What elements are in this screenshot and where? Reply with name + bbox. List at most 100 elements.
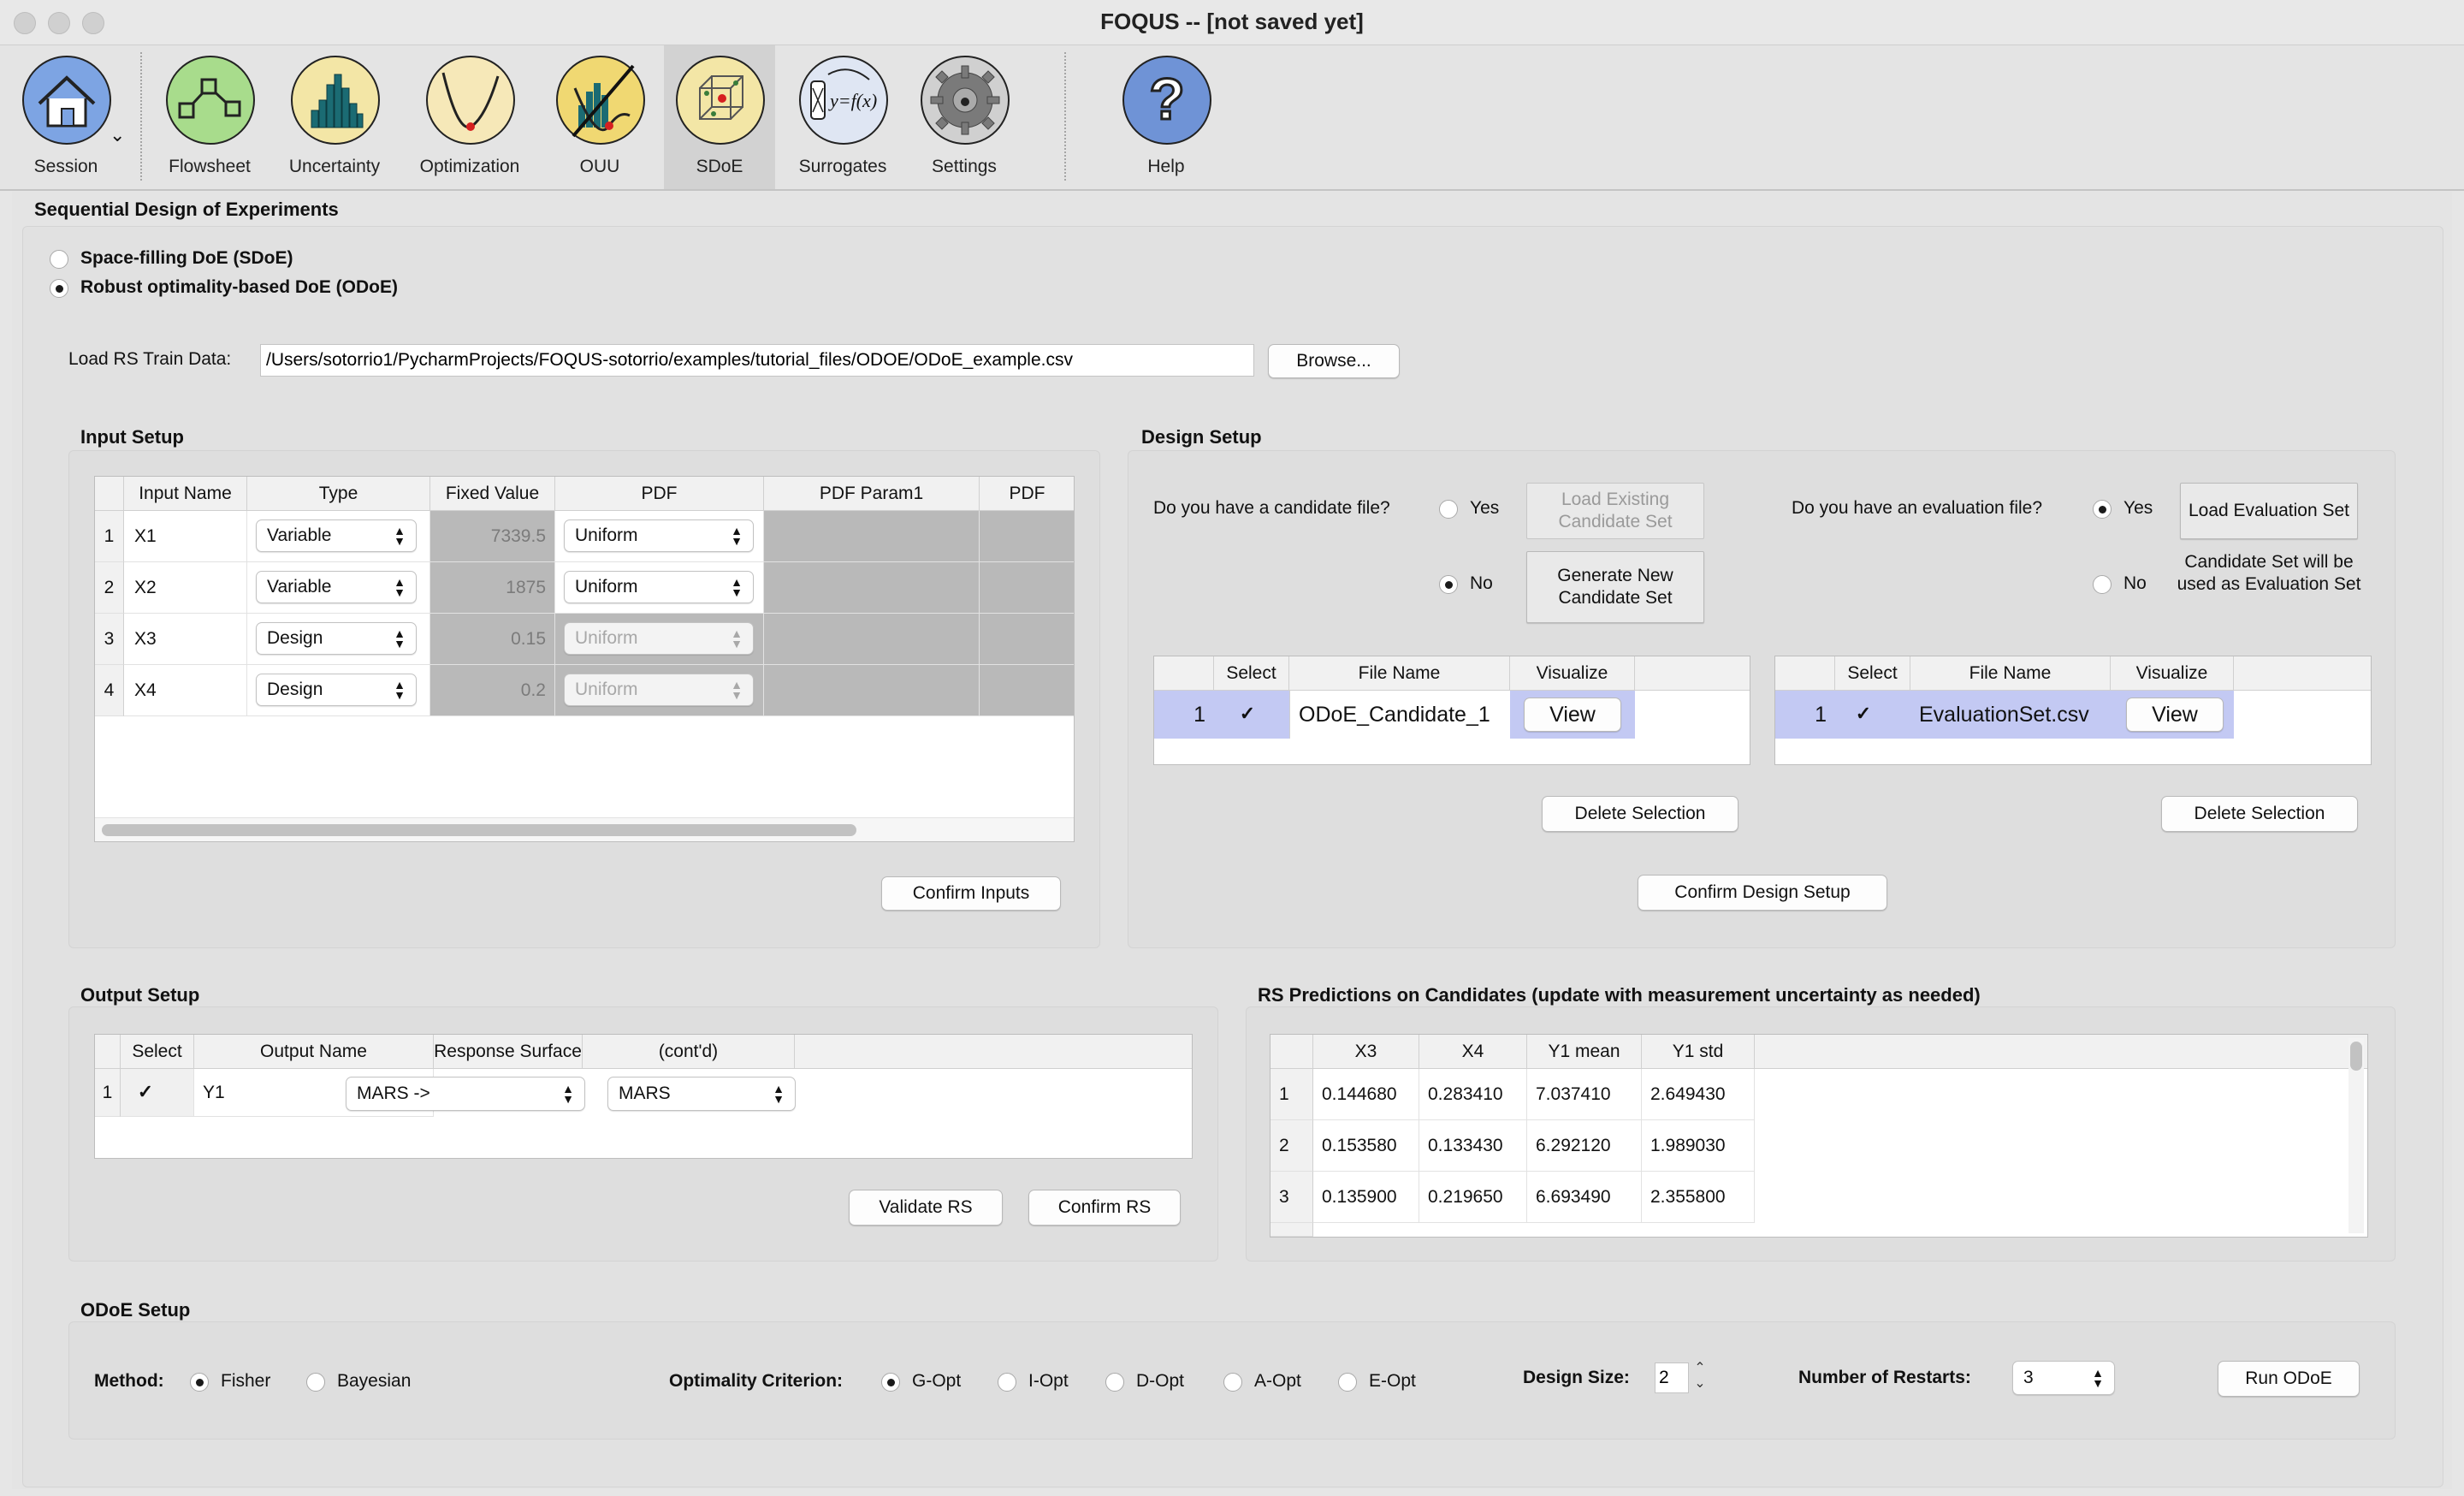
svg-text:?: ? (1149, 67, 1185, 132)
row-number: 3 (95, 614, 124, 665)
rs-predictions-vscroll-thumb[interactable] (2350, 1042, 2362, 1071)
eval-no-label: No (2123, 573, 2147, 593)
type-select[interactable]: Variable ▲ ▼ (256, 519, 417, 552)
toolbar-uncertainty-button[interactable]: Uncertainty (279, 45, 390, 189)
input-table: Input Name Type Fixed Value PDF PDF Para… (94, 476, 1075, 842)
fixed-value-cell[interactable]: 1875 (430, 562, 555, 614)
fixed-value-cell[interactable]: 7339.5 (430, 511, 555, 562)
design-size-stepper[interactable]: ⌃ ⌄ (1691, 1361, 1709, 1395)
prediction-cell[interactable]: 0.283410 (1419, 1069, 1527, 1120)
load-existing-candidate-button[interactable]: Load Existing Candidate Set (1526, 483, 1704, 539)
prediction-cell[interactable]: 2.649430 (1642, 1069, 1755, 1120)
prediction-cell[interactable]: 0.133430 (1419, 1120, 1527, 1172)
method-fisher-radio[interactable] (190, 1373, 209, 1392)
design-size-input[interactable] (1655, 1362, 1689, 1393)
pdf-param1-cell (764, 614, 980, 665)
toolbar-help-button[interactable]: ? Help (1111, 45, 1222, 189)
type-select[interactable]: Design ▲ ▼ (256, 622, 417, 655)
col-y1-std: Y1 std (1642, 1035, 1755, 1069)
prediction-cell[interactable]: 6.693490 (1527, 1172, 1642, 1223)
session-dropdown-icon[interactable]: ⌄ (110, 124, 125, 146)
candidate-yes-radio[interactable] (1439, 500, 1458, 519)
pdf-param1-cell[interactable] (764, 511, 980, 562)
row-number: 2 (1270, 1120, 1313, 1172)
browse-button[interactable]: Browse... (1268, 344, 1400, 378)
method-bayesian-radio[interactable] (306, 1373, 325, 1392)
col-response-surface: Response Surface (434, 1035, 583, 1069)
response-surface-select[interactable]: MARS -> ▲ ▼ (346, 1077, 585, 1111)
toolbar-flowsheet-button[interactable]: Flowsheet (154, 45, 265, 189)
candidate-select-checkbox[interactable]: ✓ (1238, 704, 1257, 723)
confirm-design-setup-button[interactable]: Confirm Design Setup (1638, 875, 1887, 911)
delete-candidate-selection-button[interactable]: Delete Selection (1542, 796, 1738, 832)
toolbar-sdoe-button[interactable]: SDoE (664, 45, 775, 189)
output-select-checkbox[interactable]: ✓ (136, 1083, 155, 1101)
fixed-value-cell[interactable]: 0.2 (430, 665, 555, 716)
criterion-d-opt-radio[interactable] (1105, 1373, 1124, 1392)
load-evaluation-set-button[interactable]: Load Evaluation Set (2180, 483, 2358, 539)
delete-evaluation-selection-button[interactable]: Delete Selection (2161, 796, 2358, 832)
validate-rs-button[interactable]: Validate RS (849, 1190, 1003, 1226)
toolbar-optimization-button[interactable]: Optimization (414, 45, 525, 189)
type-select[interactable]: Variable ▲ ▼ (256, 571, 417, 603)
view-candidate-button[interactable]: View (1524, 698, 1621, 732)
toolbar-ouu-button[interactable]: OUU (544, 45, 655, 189)
window-title: FOQUS -- [not saved yet] (1100, 9, 1364, 34)
prediction-cell[interactable]: 0.144680 (1313, 1069, 1419, 1120)
evaluation-select-checkbox[interactable]: ✓ (1854, 704, 1873, 723)
prediction-cell[interactable]: 1.989030 (1642, 1120, 1755, 1172)
pdf-select[interactable]: Uniform ▲ ▼ (564, 571, 754, 603)
sdoe-mode-radio[interactable] (50, 250, 68, 269)
evaluation-set-note: Candidate Set will be used as Evaluation… (2177, 552, 2361, 594)
criterion-g-opt-label: G-Opt (912, 1371, 962, 1391)
prediction-cell[interactable]: 7.037410 (1527, 1069, 1642, 1120)
odoe-mode-radio[interactable] (50, 279, 68, 298)
pdf-select: Uniform ▲ ▼ (564, 674, 754, 706)
criterion-a-opt-radio[interactable] (1223, 1373, 1242, 1392)
criterion-g-opt-radio[interactable] (881, 1373, 900, 1392)
confirm-rs-button[interactable]: Confirm RS (1028, 1190, 1181, 1226)
optimization-curve-icon (426, 56, 515, 145)
criterion-e-opt-radio[interactable] (1338, 1373, 1357, 1392)
prediction-cell[interactable]: 0.219650 (1419, 1172, 1527, 1223)
criterion-i-opt-radio[interactable] (998, 1373, 1016, 1392)
rs-train-path-input[interactable] (260, 344, 1254, 377)
pdf-param2-cell (980, 614, 1074, 665)
candidate-no-radio[interactable] (1439, 575, 1458, 594)
toolbar-session-label: Session (33, 157, 98, 176)
row-number: 3 (1270, 1172, 1313, 1223)
confirm-inputs-button[interactable]: Confirm Inputs (881, 876, 1061, 911)
view-evaluation-button[interactable]: View (2126, 698, 2224, 732)
toolbar-settings-button[interactable]: Settings (909, 45, 1020, 189)
toolbar-session-button[interactable]: Session (10, 45, 121, 189)
restarts-select[interactable]: 3 ▲ ▼ (2012, 1361, 2115, 1395)
pdf-param1-cell (764, 665, 980, 716)
run-odoe-button[interactable]: Run ODoE (2218, 1361, 2360, 1397)
type-select[interactable]: Design ▲ ▼ (256, 674, 417, 706)
toolbar-surrogates-button[interactable]: y=f(x) Surrogates (787, 45, 898, 189)
pdf-param2-cell[interactable] (980, 511, 1074, 562)
criterion-e-opt-label: E-Opt (1369, 1371, 1416, 1391)
eval-no-radio[interactable] (2093, 575, 2112, 594)
input-name-cell[interactable]: X1 (124, 511, 247, 562)
input-name-cell[interactable]: X2 (124, 562, 247, 614)
eval-yes-radio[interactable] (2093, 500, 2112, 519)
criterion-d-opt-label: D-Opt (1136, 1371, 1185, 1391)
pdf-param1-cell[interactable] (764, 562, 980, 614)
rs-predictions-table: X3 X4 Y1 mean Y1 std 1 0.144680 0.283410… (1270, 1034, 2368, 1238)
optimality-criterion-label: Optimality Criterion: (669, 1371, 844, 1391)
input-name-cell[interactable]: X4 (124, 665, 247, 716)
input-name-cell[interactable]: X3 (124, 614, 247, 665)
prediction-cell[interactable]: 0.153580 (1313, 1120, 1419, 1172)
pdf-select[interactable]: Uniform ▲ ▼ (564, 519, 754, 552)
response-surface-cont-select[interactable]: MARS ▲ ▼ (607, 1077, 796, 1111)
input-table-hscroll-thumb[interactable] (102, 824, 856, 836)
pdf-param2-cell[interactable] (980, 562, 1074, 614)
prediction-cell[interactable]: 2.355800 (1642, 1172, 1755, 1223)
generate-new-candidate-button[interactable]: Generate New Candidate Set (1526, 551, 1704, 623)
prediction-cell[interactable]: 0.135900 (1313, 1172, 1419, 1223)
help-question-icon: ? (1122, 56, 1211, 145)
fixed-value-cell[interactable]: 0.15 (430, 614, 555, 665)
col-pdf-param1: PDF Param1 (764, 477, 980, 511)
prediction-cell[interactable]: 6.292120 (1527, 1120, 1642, 1172)
